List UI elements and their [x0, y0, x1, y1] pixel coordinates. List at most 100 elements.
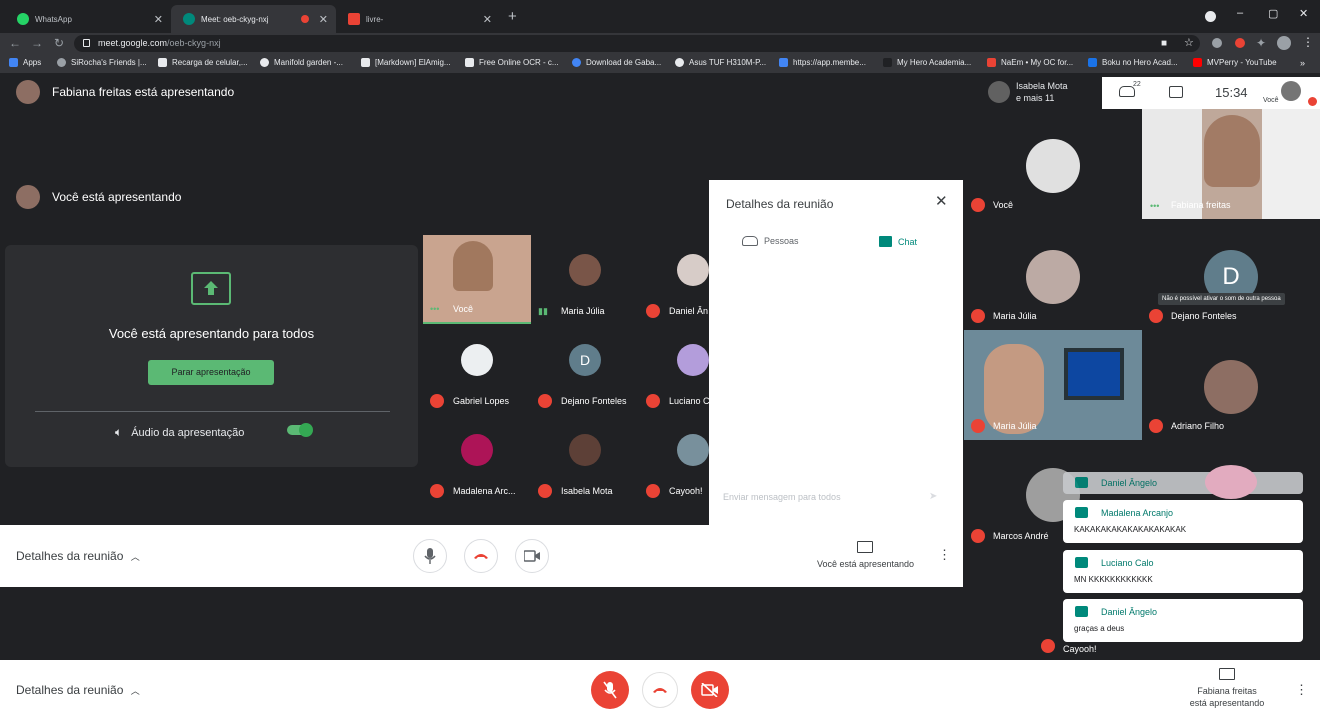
- bookmark-item[interactable]: [Markdown] ElAmig...: [361, 58, 451, 67]
- minimize-button[interactable]: –: [1237, 7, 1243, 19]
- meeting-details-toggle[interactable]: Detalhes da reunião ︿: [16, 683, 140, 697]
- avatar[interactable]: [1277, 36, 1291, 50]
- participant-tile[interactable]: Luciano C: [639, 325, 709, 414]
- chat-author: Daniel Ângelo: [1101, 478, 1158, 488]
- chat-message: MN KKKKKKKKKKKK: [1074, 575, 1153, 584]
- mic-off-icon: [646, 394, 660, 408]
- participant-tile[interactable]: Maria Júlia: [964, 330, 1142, 440]
- more-options-icon[interactable]: ⋮: [1295, 682, 1308, 698]
- participant-tile[interactable]: D Dejano Fonteles: [1142, 220, 1320, 330]
- close-icon[interactable]: ✕: [319, 13, 328, 26]
- more-bookmarks-icon[interactable]: »: [1300, 58, 1305, 68]
- close-icon[interactable]: ✕: [483, 13, 492, 26]
- avatar: [16, 185, 40, 209]
- panel-title: Detalhes da reunião: [726, 197, 834, 211]
- bookmark-item[interactable]: NaEm • My OC for...: [987, 58, 1073, 67]
- tab-meet[interactable]: Meet: oeb-ckyg-nxj ✕: [171, 5, 336, 33]
- google-icon: [675, 58, 684, 67]
- camera-indicator-icon[interactable]: ■: [1161, 38, 1167, 49]
- address-bar[interactable]: meet.google.com/oeb-ckyg-nxj ■ ☆: [74, 35, 1200, 52]
- bookmark-item[interactable]: Manifold garden -...: [260, 58, 343, 67]
- send-icon[interactable]: ➤: [929, 491, 937, 502]
- profile-indicator-icon[interactable]: [1205, 11, 1216, 22]
- camera-off-button[interactable]: [691, 671, 729, 709]
- bookmark-item[interactable]: Boku no Hero Acad...: [1088, 58, 1178, 67]
- bookmark-item[interactable]: https://app.membe...: [779, 58, 866, 67]
- chat-notification[interactable]: Daniel Ângelo: [1063, 465, 1303, 499]
- extension-icon[interactable]: [1235, 38, 1245, 48]
- camera-button[interactable]: [515, 539, 549, 573]
- participant-tile[interactable]: Gabriel Lopes: [423, 325, 531, 414]
- participant-tile[interactable]: Você: [964, 109, 1142, 219]
- participant-name: Dejano Fonteles: [1171, 311, 1237, 321]
- mic-off-icon: [538, 394, 552, 408]
- participant-tile[interactable]: ••• Fabiana freitas: [1142, 109, 1320, 219]
- audio-toggle[interactable]: [287, 423, 313, 437]
- close-icon[interactable]: ✕: [935, 192, 948, 210]
- tab-chat[interactable]: Chat: [879, 236, 917, 247]
- chat-notification[interactable]: Luciano Calo MN KKKKKKKKKKKK: [1063, 550, 1303, 593]
- mic-off-button[interactable]: [591, 671, 629, 709]
- bookmark-label: My Hero Academia...: [897, 58, 972, 67]
- bookmark-label: Download de Gaba...: [586, 58, 662, 67]
- bookmark-item[interactable]: Free Online OCR - c...: [465, 58, 559, 67]
- puzzle-icon[interactable]: ✦: [1256, 36, 1266, 50]
- present-screen-icon[interactable]: [1219, 668, 1235, 680]
- extension-icon[interactable]: [1212, 38, 1222, 48]
- bookmark-item[interactable]: My Hero Academia...: [883, 58, 971, 67]
- chat-message-input[interactable]: Enviar mensagem para todos: [723, 492, 841, 502]
- bookmark-label: SiRocha's Friends |...: [71, 58, 147, 67]
- chevron-up-icon: ︿: [130, 686, 140, 696]
- chat-icon: [1075, 507, 1088, 518]
- maximize-button[interactable]: ▢: [1268, 7, 1278, 20]
- chat-icon[interactable]: [1169, 86, 1183, 98]
- navigation-bar: ← → ↻ meet.google.com/oeb-ckyg-nxj ■ ☆ ✦…: [0, 33, 1320, 54]
- bookmark-item[interactable]: MVPerry - YouTube: [1193, 58, 1277, 67]
- hangup-button[interactable]: [642, 672, 678, 708]
- more-options-icon[interactable]: ⋮: [938, 547, 951, 563]
- participant-tile[interactable]: ••• Você: [423, 235, 531, 324]
- participant-name: Cayooh!: [1063, 644, 1097, 654]
- audio-label: Áudio da apresentação: [131, 426, 245, 439]
- bookmark-label: Free Online OCR - c...: [479, 58, 559, 67]
- chat-notification[interactable]: Madalena Arcanjo KAKAKAKAKAKAKAKAKAKAK: [1063, 500, 1303, 543]
- participant-tile[interactable]: Daniel Ân: [639, 235, 709, 324]
- bookmark-apps[interactable]: Apps: [9, 58, 41, 67]
- tab-people[interactable]: Pessoas: [742, 236, 799, 246]
- page-icon: [158, 58, 167, 67]
- new-tab-button[interactable]: +: [508, 8, 517, 25]
- participant-tile[interactable]: D Dejano Fonteles: [531, 325, 639, 414]
- stop-presenting-button[interactable]: Parar apresentação: [148, 360, 274, 385]
- bookmark-item[interactable]: Asus TUF H310M-P...: [675, 58, 766, 67]
- window-close-button[interactable]: ✕: [1299, 7, 1308, 20]
- menu-icon[interactable]: ⋮: [1302, 35, 1314, 49]
- present-screen-icon[interactable]: [857, 541, 873, 553]
- audio-indicator-icon: ▮▮: [538, 306, 548, 316]
- participant-tile[interactable]: Adriano Filho: [1142, 330, 1320, 440]
- mic-button[interactable]: [413, 539, 447, 573]
- chat-notification[interactable]: Daniel Ângelo graças a deus: [1063, 599, 1303, 642]
- tab-livre[interactable]: livre- ✕: [336, 5, 500, 33]
- meeting-details-toggle[interactable]: Detalhes da reunião ︿: [16, 549, 140, 563]
- presenter-status[interactable]: Fabiana freitas está apresentando: [1172, 685, 1282, 709]
- bookmark-item[interactable]: Recarga de celular,...: [158, 58, 248, 67]
- participant-name: Você: [453, 304, 474, 314]
- present-status-label[interactable]: Você está apresentando: [813, 559, 918, 569]
- participant-tile[interactable]: Madalena Arc...: [423, 415, 531, 504]
- bookmark-item[interactable]: SiRocha's Friends |...: [57, 58, 147, 67]
- participant-tile[interactable]: Maria Júlia: [964, 220, 1142, 330]
- back-icon[interactable]: ←: [9, 36, 21, 50]
- participant-tile[interactable]: Isabela Mota: [531, 415, 639, 504]
- mic-off-icon: [971, 529, 985, 543]
- meeting-top-bar: 22 15:34 Você: [1102, 77, 1320, 109]
- close-icon[interactable]: ✕: [154, 13, 163, 26]
- avatar[interactable]: [1281, 81, 1301, 101]
- tab-whatsapp[interactable]: WhatsApp ✕: [5, 5, 171, 33]
- participant-tile[interactable]: ▮▮ Maria Júlia: [531, 235, 639, 324]
- reload-icon[interactable]: ↻: [54, 36, 64, 50]
- bookmark-item[interactable]: Download de Gaba...: [572, 58, 661, 67]
- bookmark-star-icon[interactable]: ☆: [1184, 36, 1194, 49]
- forward-icon[interactable]: →: [31, 36, 43, 50]
- participant-tile[interactable]: Cayooh!: [639, 415, 709, 504]
- hangup-button[interactable]: [464, 539, 498, 573]
